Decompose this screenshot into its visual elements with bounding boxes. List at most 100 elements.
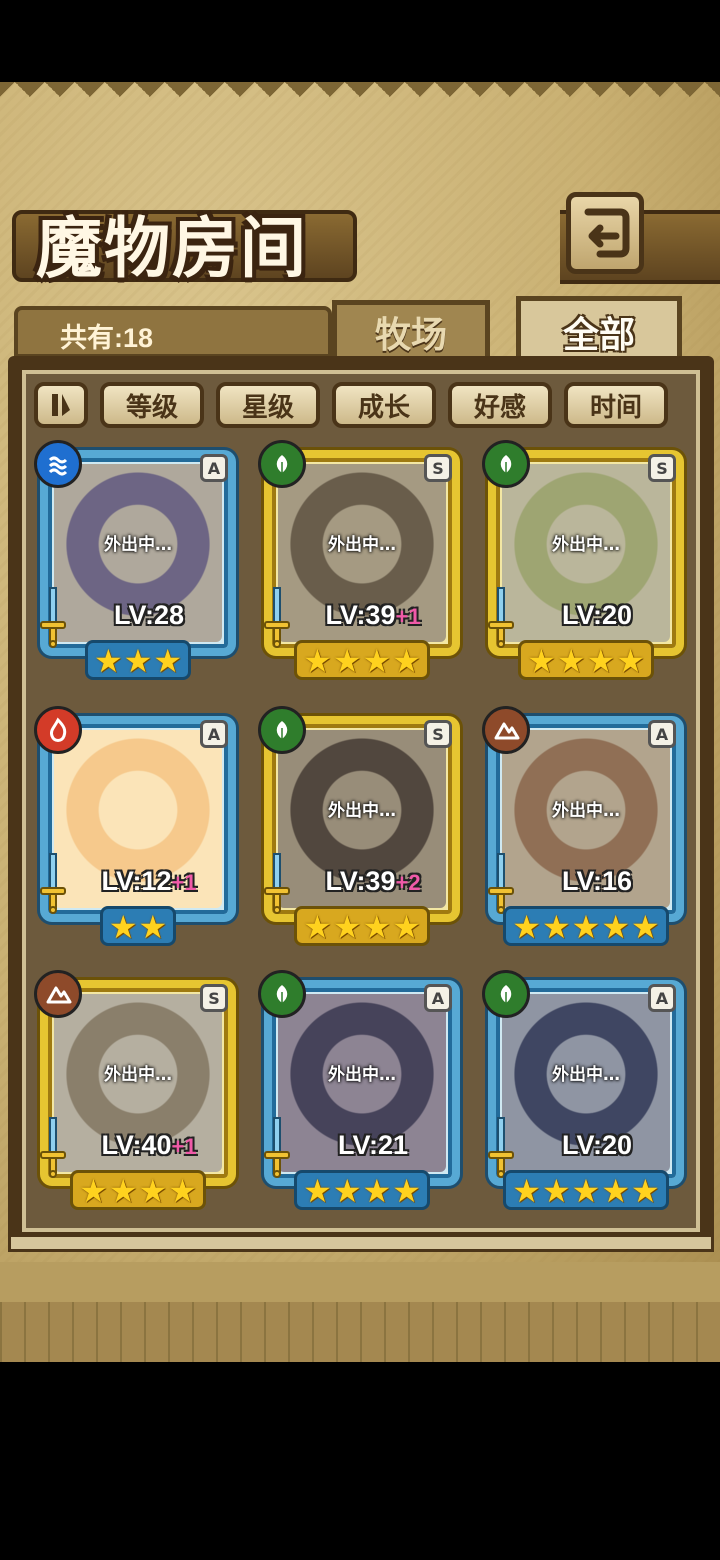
level-label: LV:16 [522,866,672,897]
level-label: LV:12+1 [74,866,224,897]
away-status: 外出中… [328,801,396,821]
earth-element-icon [482,706,530,754]
level-bonus: +1 [395,604,421,629]
rank-badge: A [648,720,676,748]
level-label: LV:20 [522,600,672,631]
rank-badge: S [200,984,228,1012]
star-icon: ★ [153,642,183,680]
level-value: LV:12 [101,866,172,896]
back-button[interactable] [566,192,644,274]
sort-toggle-icon [52,394,70,416]
star-plate: ★ ★ ★ ★ [294,906,430,946]
sword-icon [262,586,292,648]
tab-ranch[interactable]: 牧场 [332,300,490,358]
star-plate: ★ ★ ★ ★ ★ [503,1170,669,1210]
star-icon: ★ [601,908,631,946]
star-icon: ★ [541,908,571,946]
grass-element-icon [482,440,530,488]
filter-level-button[interactable]: 等级 [100,382,204,428]
level-bonus: +1 [171,1134,197,1159]
star-icon: ★ [303,642,332,680]
away-status: 外出中… [328,535,396,555]
star-plate: ★ ★ ★ [84,640,192,680]
star-icon: ★ [571,1172,601,1210]
torn-edge-bottom [0,1262,720,1362]
earth-element-icon [34,970,82,1018]
filter-bar: 等级 星级 成长 好感 时间 [34,382,684,430]
sort-order-button[interactable] [34,382,88,428]
star-icon: ★ [527,642,556,680]
away-status: 外出中… [104,1065,172,1085]
star-icon: ★ [138,1172,168,1210]
monster-card[interactable]: 外出中… A LV:21 ★ ★ ★ ★ [258,970,466,1210]
tab-all[interactable]: 全部 [516,296,682,362]
star-icon: ★ [332,908,362,946]
filter-time-button[interactable]: 时间 [564,382,668,428]
star-rating: ★ ★ [34,906,242,946]
star-icon: ★ [332,642,362,680]
star-icon: ★ [541,1172,571,1210]
monster-card[interactable]: 外出中… A LV:20 ★ ★ ★ ★ ★ [482,970,690,1210]
monster-card[interactable]: 外出中… S LV:20 ★ ★ ★ ★ [482,440,690,680]
star-icon: ★ [108,908,138,946]
star-plate: ★ ★ ★ ★ [294,1170,430,1210]
star-plate: ★ ★ ★ ★ [294,640,430,680]
grass-element-icon [258,440,306,488]
rank-badge: A [648,984,676,1012]
level-value: LV:39 [325,866,396,896]
monster-card[interactable]: 外出中… S LV:39+2 ★ ★ ★ ★ [258,706,466,946]
level-value: LV:28 [113,600,185,630]
level-value: LV:39 [325,600,396,630]
star-rating: ★ ★ ★ ★ ★ [482,906,690,946]
sword-icon [38,1116,68,1178]
away-status: 外出中… [552,535,620,555]
torn-edge-top [0,82,720,112]
star-icon: ★ [138,908,168,946]
grass-element-icon [258,706,306,754]
sword-icon [262,852,292,914]
rank-badge: S [424,454,452,482]
monster-card[interactable]: A LV:12+1 ★ ★ [34,706,242,946]
return-arrow-icon [584,208,630,258]
star-icon: ★ [631,908,660,946]
grass-element-icon [482,970,530,1018]
sword-icon [486,586,516,648]
water-element-icon [34,440,82,488]
star-rating: ★ ★ ★ ★ [258,906,466,946]
monster-card[interactable]: 外出中… A LV:28 ★ ★ ★ [34,440,242,680]
star-rating: ★ ★ ★ ★ ★ [482,1170,690,1210]
away-status: 外出中… [328,1065,396,1085]
filter-star-button[interactable]: 星级 [216,382,320,428]
monster-card[interactable]: 外出中… S LV:40+1 ★ ★ ★ ★ [34,970,242,1210]
filter-growth-button[interactable]: 成长 [332,382,436,428]
star-icon: ★ [512,908,541,946]
star-icon: ★ [556,642,586,680]
sword-icon [262,1116,292,1178]
star-plate: ★ ★ ★ ★ [70,1170,206,1210]
level-value: LV:21 [337,1130,409,1160]
star-plate: ★ ★ [99,906,177,946]
star-rating: ★ ★ ★ ★ [258,1170,466,1210]
star-rating: ★ ★ ★ [34,640,242,680]
star-rating: ★ ★ ★ ★ [482,640,690,680]
page-title: 魔物房间 [36,209,308,287]
star-plate: ★ ★ ★ ★ ★ [503,906,669,946]
level-value: LV:40 [101,1130,172,1160]
star-icon: ★ [392,1172,421,1210]
star-icon: ★ [362,642,392,680]
star-icon: ★ [392,908,421,946]
star-plate: ★ ★ ★ ★ [518,640,654,680]
star-rating: ★ ★ ★ ★ [258,640,466,680]
star-icon: ★ [571,908,601,946]
star-icon: ★ [362,1172,392,1210]
filter-affection-button[interactable]: 好感 [448,382,552,428]
star-icon: ★ [79,1172,108,1210]
monster-count: 共有:18 [60,323,154,353]
level-bonus: +2 [395,870,421,895]
star-icon: ★ [586,642,616,680]
monster-card[interactable]: 外出中… S LV:39+1 ★ ★ ★ ★ [258,440,466,680]
level-value: LV:16 [561,866,633,896]
monster-card[interactable]: 外出中… A LV:16 ★ ★ ★ ★ ★ [482,706,690,946]
sword-icon [486,1116,516,1178]
away-status: 外出中… [552,1065,620,1085]
